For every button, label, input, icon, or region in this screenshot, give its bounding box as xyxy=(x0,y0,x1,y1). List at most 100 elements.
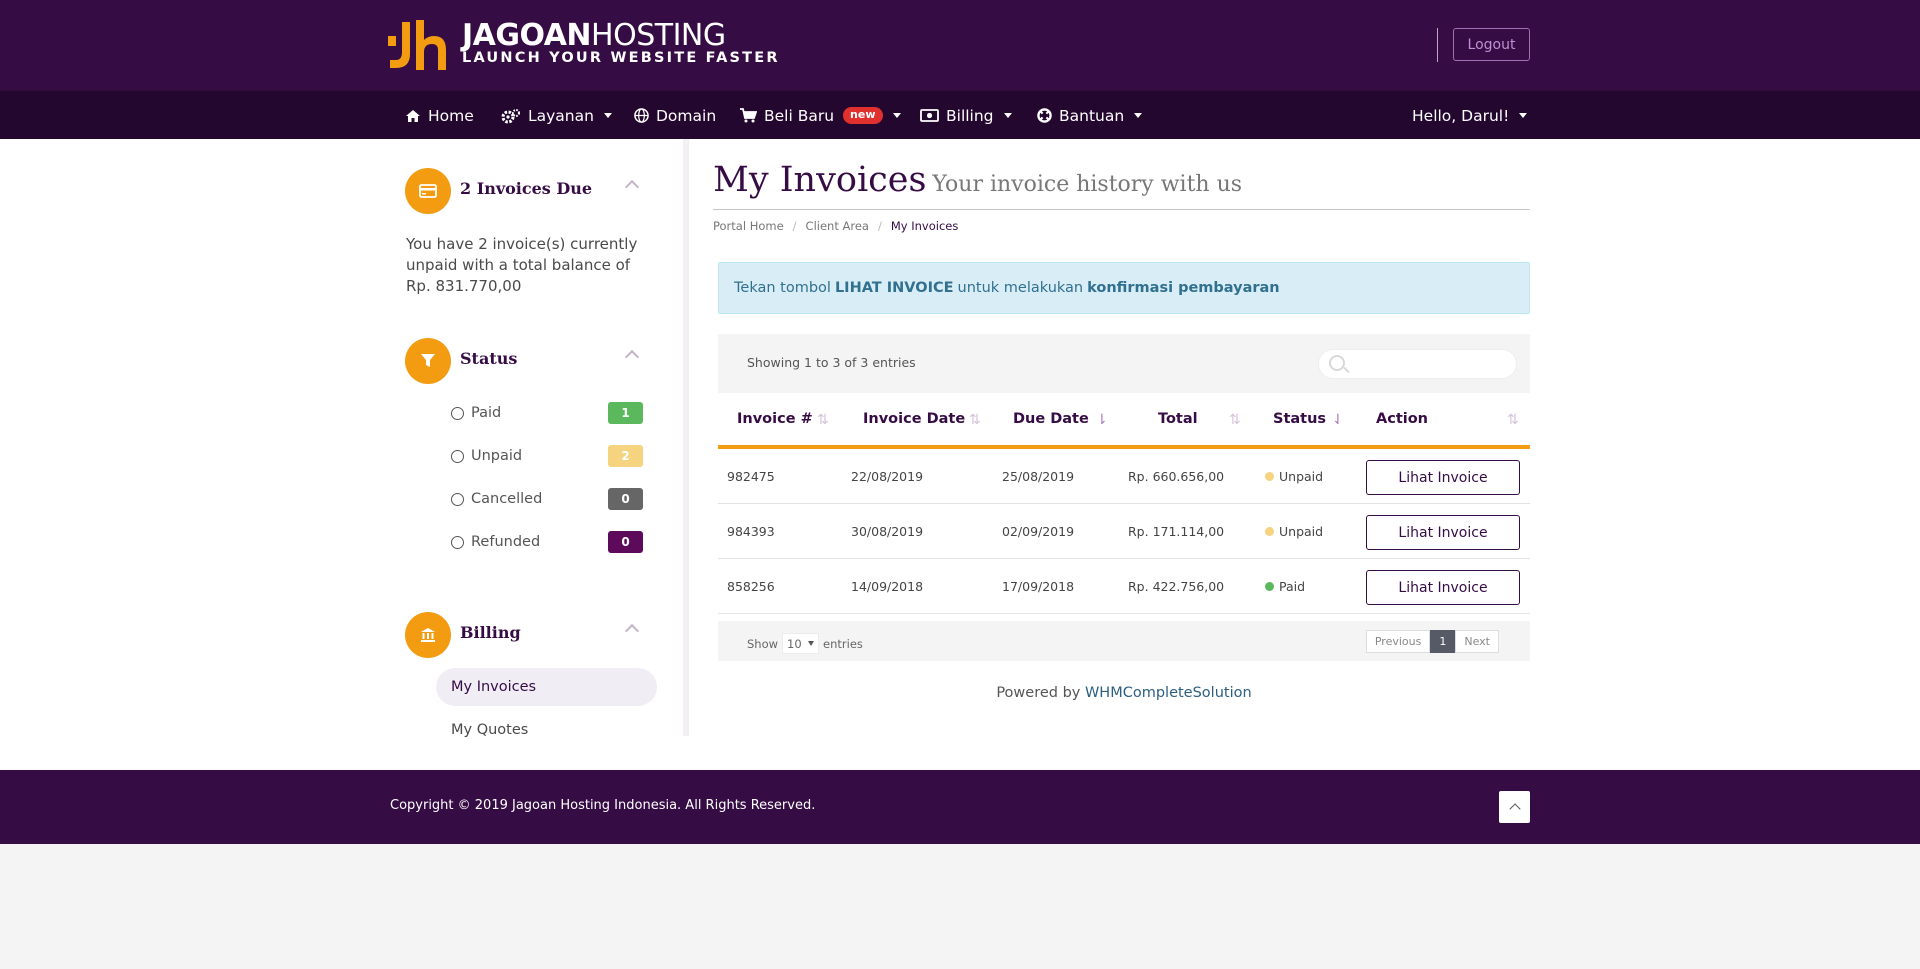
view-invoice-button[interactable]: Lihat Invoice xyxy=(1366,515,1520,550)
lifebuoy-icon xyxy=(1037,108,1052,123)
sort-ascending-icon[interactable]: ⇂ xyxy=(1096,412,1108,428)
status-filter-unpaid[interactable]: Unpaid 2 xyxy=(451,444,643,468)
sort-icon[interactable]: ⇅ xyxy=(817,412,829,428)
table-row: 984393 30/08/2019 02/09/2019 Rp. 171.114… xyxy=(718,504,1530,559)
entries-select[interactable]: 10 xyxy=(782,633,820,654)
back-to-top-button[interactable] xyxy=(1499,791,1530,823)
nav-label-layanan: Layanan xyxy=(528,106,594,125)
logout-button[interactable]: Logout xyxy=(1453,28,1530,61)
due-date: 17/09/2018 xyxy=(1002,579,1075,594)
nav-item-beli-baru[interactable]: Beli Baru new xyxy=(740,91,901,140)
powered-by: Powered by WHMCompleteSolution xyxy=(0,685,1920,701)
status-count-badge: 1 xyxy=(608,402,643,424)
column-header-total[interactable]: Total xyxy=(1158,393,1198,445)
column-header-invoice[interactable]: Invoice # xyxy=(737,393,813,445)
panel-status-header[interactable]: Status xyxy=(405,338,645,386)
pagination-next[interactable]: Next xyxy=(1455,630,1499,653)
page-subtitle: Your invoice history with us xyxy=(932,172,1243,197)
view-invoice-button[interactable]: Lihat Invoice xyxy=(1366,570,1520,605)
breadcrumb-separator: / xyxy=(792,219,797,233)
title-divider xyxy=(713,209,1530,210)
status-count-badge: 0 xyxy=(608,531,643,553)
invoice-number: 858256 xyxy=(727,579,775,594)
panel-billing-header[interactable]: Billing xyxy=(405,612,645,660)
panel-title: Billing xyxy=(460,623,521,642)
status-filter-refunded[interactable]: Refunded 0 xyxy=(451,530,643,554)
column-label: Status xyxy=(1273,411,1327,427)
brand-logo[interactable]: JAGOANHOSTING LAUNCH YOUR WEBSITE FASTER xyxy=(388,18,778,72)
cart-icon xyxy=(740,108,757,123)
panel-invoices-due-header[interactable]: 2 Invoices Due xyxy=(405,168,645,216)
chevron-up-icon[interactable] xyxy=(624,623,640,639)
invoice-date: 30/08/2019 xyxy=(851,524,924,539)
radio-icon[interactable] xyxy=(451,406,464,420)
nav-item-billing[interactable]: Billing xyxy=(920,91,1012,140)
invoice-date: 14/09/2018 xyxy=(851,579,924,594)
status-dot xyxy=(1265,582,1274,591)
nav-item-layanan[interactable]: Layanan xyxy=(501,91,612,140)
pagination-previous[interactable]: Previous xyxy=(1365,630,1431,653)
invoice-total: Rp. 422.756,00 xyxy=(1128,579,1225,594)
sort-icon[interactable]: ⇅ xyxy=(1229,412,1241,428)
home-icon xyxy=(406,109,420,122)
table-search[interactable] xyxy=(1318,349,1517,379)
copyright-text: Copyright © 2019 Jagoan Hosting Indonesi… xyxy=(390,798,816,813)
due-date: 02/09/2019 xyxy=(1002,524,1075,539)
header-divider xyxy=(1437,28,1438,62)
breadcrumb-current: My Invoices xyxy=(890,219,959,233)
breadcrumb-portal-home[interactable]: Portal Home xyxy=(713,219,784,233)
invoice-status: Unpaid xyxy=(1265,449,1323,504)
page-title: My Invoices Your invoice history with us xyxy=(713,160,1242,200)
invoice-date: 22/08/2019 xyxy=(851,469,924,484)
powered-by-text: Powered by xyxy=(996,685,1081,701)
status-dot xyxy=(1265,527,1274,536)
status-filter-paid[interactable]: Paid 1 xyxy=(451,401,643,425)
entries-info: Showing 1 to 3 of 3 entries xyxy=(747,355,916,370)
table-row: 982475 22/08/2019 25/08/2019 Rp. 660.656… xyxy=(718,449,1530,504)
pagination-page[interactable]: 1 xyxy=(1430,630,1456,653)
invoice-status: Unpaid xyxy=(1265,504,1323,559)
alert-strong: LIHAT INVOICE xyxy=(834,280,954,296)
breadcrumb-client-area[interactable]: Client Area xyxy=(806,219,869,233)
nav-label-home: Home xyxy=(428,106,474,125)
brand-name: JAGOANHOSTING xyxy=(462,18,726,53)
view-invoice-button[interactable]: Lihat Invoice xyxy=(1366,460,1520,495)
column-header-action[interactable]: Action xyxy=(1376,393,1428,445)
status-filter-cancelled[interactable]: Cancelled 0 xyxy=(451,487,643,511)
sidebar-item-my-quotes[interactable]: My Quotes xyxy=(436,711,657,749)
status-filter-label: Refunded xyxy=(471,534,541,550)
sort-descending-icon[interactable]: ⇃ xyxy=(1332,412,1344,428)
filter-icon xyxy=(405,338,451,384)
nav-label-beli-baru: Beli Baru xyxy=(764,106,835,125)
column-label: Invoice # xyxy=(737,411,813,427)
chevron-down-icon xyxy=(808,641,815,646)
radio-icon[interactable] xyxy=(451,535,464,549)
due-date: 25/08/2019 xyxy=(1002,469,1075,484)
column-header-status[interactable]: Status xyxy=(1273,393,1326,445)
column-header-due-date[interactable]: Due Date xyxy=(1013,393,1089,445)
radio-icon[interactable] xyxy=(451,492,464,506)
alert-strong: konfirmasi pembayaran xyxy=(1087,280,1280,296)
status-label: Unpaid xyxy=(1279,524,1324,539)
column-label: Due Date xyxy=(1013,411,1089,427)
chevron-up-icon[interactable] xyxy=(624,349,640,365)
chevron-up-icon[interactable] xyxy=(624,179,640,195)
column-header-invoice-date[interactable]: Invoice Date xyxy=(863,393,965,445)
panel-title: Status xyxy=(460,349,518,368)
sort-icon[interactable]: ⇅ xyxy=(969,412,981,428)
nav-item-bantuan[interactable]: Bantuan xyxy=(1037,91,1143,140)
search-input[interactable] xyxy=(1353,354,1503,374)
chevron-down-icon xyxy=(892,113,901,118)
status-filter-label: Unpaid xyxy=(471,448,523,464)
user-menu[interactable]: Hello, Darul! xyxy=(1412,91,1528,140)
panel-title: 2 Invoices Due xyxy=(460,179,593,198)
nav-item-domain[interactable]: Domain xyxy=(634,91,716,140)
sort-icon[interactable]: ⇅ xyxy=(1507,412,1519,428)
invoice-total: Rp. 171.114,00 xyxy=(1128,524,1225,539)
nav-item-home[interactable]: Home xyxy=(405,91,474,140)
radio-icon[interactable] xyxy=(451,449,464,463)
brand-tagline: LAUNCH YOUR WEBSITE FASTER xyxy=(462,50,780,66)
money-icon xyxy=(920,109,939,122)
status-filter-label: Cancelled xyxy=(471,491,543,507)
whmcs-link[interactable]: WHMCompleteSolution xyxy=(1085,685,1252,701)
